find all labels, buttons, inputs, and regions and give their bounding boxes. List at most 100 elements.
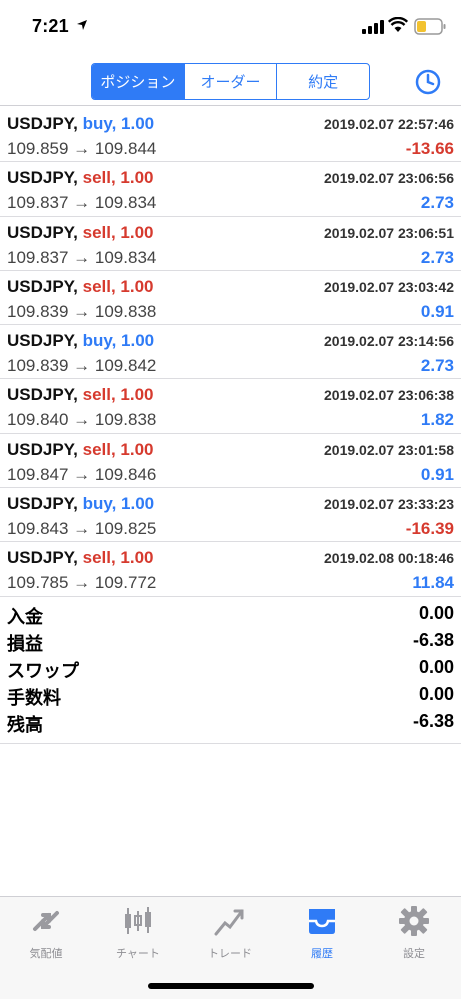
trade-symbol: USDJPY, buy, 1.00 [7, 331, 154, 351]
trade-profit: 1.82 [420, 410, 454, 430]
trade-symbol: USDJPY, sell, 1.00 [7, 385, 154, 405]
tab-deals[interactable]: 約定 [277, 64, 369, 99]
summary-value: -6.38 [412, 630, 454, 650]
summary-label: 手数料 [7, 688, 61, 708]
summary-swap: スワップ 0.00 [0, 654, 461, 681]
summary-value: -6.38 [412, 711, 454, 731]
trade-row[interactable]: USDJPY, sell, 1.00 2019.02.07 23:06:51 1… [0, 217, 461, 271]
home-indicator [148, 983, 314, 989]
clock-icon[interactable] [415, 69, 441, 95]
tab-label: チャート [116, 948, 160, 960]
symbol-pair: USDJPY, [7, 439, 78, 459]
tab-positions[interactable]: ポジション [92, 64, 185, 99]
trade-row[interactable]: USDJPY, buy, 1.00 2019.02.07 23:14:56 10… [0, 325, 461, 380]
trade-prices: 109.840 → 109.838 [7, 410, 157, 430]
summary-commission: 手数料 0.00 [0, 681, 461, 708]
summary-value: 0.00 [418, 603, 454, 623]
summary-label: スワップ [7, 661, 79, 681]
trade-prices: 109.839 → 109.842 [7, 356, 157, 376]
trade-side-lot: sell, 1.00 [82, 168, 154, 188]
symbol-pair: USDJPY, [7, 276, 78, 296]
summary-label: 入金 [7, 607, 43, 627]
tab-settings[interactable]: 設定 [368, 905, 460, 965]
trade-time: 2019.02.07 23:14:56 [324, 333, 454, 350]
trade-profit: 11.84 [412, 573, 454, 593]
symbol-pair: USDJPY, [7, 331, 78, 351]
trade-symbol: USDJPY, buy, 1.00 [7, 114, 154, 134]
trade-prices: 109.837 → 109.834 [7, 193, 157, 213]
trade-symbol: USDJPY, sell, 1.00 [7, 277, 154, 297]
tab-label: 履歴 [311, 948, 333, 960]
summary-deposit: 入金 0.00 [0, 600, 461, 627]
symbol-pair: USDJPY, [7, 168, 78, 188]
trade-prices: 109.837 → 109.834 [7, 247, 157, 267]
trade-prices: 109.785 → 109.772 [7, 573, 157, 593]
trade-profit: 2.73 [420, 247, 454, 267]
symbol-pair: USDJPY, [7, 385, 78, 405]
trade-row[interactable]: USDJPY, buy, 1.00 2019.02.07 23:33:23 10… [0, 488, 461, 543]
trade-side-lot: sell, 1.00 [82, 222, 154, 242]
trade-time: 2019.02.07 23:01:58 [324, 441, 454, 458]
trade-profit: 2.73 [420, 356, 454, 376]
trade-profit: -13.66 [405, 139, 454, 158]
summary-value: 0.00 [418, 657, 454, 677]
trade-profit: -16.39 [405, 519, 454, 539]
trade-profit: 2.73 [420, 193, 454, 213]
header: ポジション オーダー 約定 [0, 56, 461, 106]
tab-chart[interactable]: チャート [92, 905, 184, 965]
summary-profit: 損益 -6.38 [0, 627, 461, 654]
trade-symbol: USDJPY, sell, 1.00 [7, 168, 154, 188]
trade-side-lot: sell, 1.00 [82, 548, 154, 568]
trade-time: 2019.02.07 23:06:56 [324, 170, 454, 187]
trade-prices: 109.843 → 109.825 [7, 519, 157, 539]
summary-value: 0.00 [418, 684, 454, 704]
segmented-control: ポジション オーダー 約定 [91, 63, 370, 100]
symbol-pair: USDJPY, [7, 494, 78, 514]
trade-side-lot: sell, 1.00 [82, 385, 154, 405]
status-bar: 7:21 [0, 0, 461, 56]
summary-label: 損益 [7, 634, 43, 654]
tab-label: 気配値 [29, 948, 63, 960]
trade-time: 2019.02.07 23:06:51 [324, 224, 454, 241]
wifi-icon [388, 17, 408, 32]
trade-side-lot: buy, 1.00 [82, 114, 155, 133]
summary-label: 残高 [7, 715, 43, 735]
trade-side-lot: buy, 1.00 [82, 494, 155, 514]
tab-quotes[interactable]: 気配値 [0, 905, 92, 965]
summary-section: 入金 0.00 損益 -6.38 スワップ 0.00 手数料 0.00 残高 -… [0, 600, 461, 744]
tab-trade[interactable]: トレード [184, 905, 276, 965]
trade-side-lot: sell, 1.00 [82, 276, 154, 296]
symbol-pair: USDJPY, [7, 222, 78, 242]
trade-profit: 0.91 [420, 464, 454, 484]
arrows-icon [33, 911, 59, 931]
trade-time: 2019.02.07 23:33:23 [324, 496, 454, 513]
inbox-icon [309, 909, 335, 934]
cellular-signal-icon [362, 20, 384, 34]
candlestick-icon [125, 907, 151, 934]
trade-prices: 109.859 → 109.844 [7, 139, 157, 158]
trade-side-lot: sell, 1.00 [82, 439, 154, 459]
gear-icon [399, 906, 429, 936]
symbol-pair: USDJPY, [7, 548, 78, 568]
trade-symbol: USDJPY, sell, 1.00 [7, 440, 154, 460]
trade-time: 2019.02.08 00:18:46 [324, 550, 454, 567]
battery-icon [414, 18, 446, 35]
trade-list: USDJPY, buy, 1.00 2019.02.07 22:57:46 10… [0, 108, 461, 597]
summary-balance: 残高 -6.38 [0, 708, 461, 735]
trend-icon [214, 909, 244, 936]
trade-row[interactable]: USDJPY, sell, 1.00 2019.02.07 23:01:58 1… [0, 434, 461, 489]
trade-prices: 109.847 → 109.846 [7, 464, 157, 484]
trade-row[interactable]: USDJPY, sell, 1.00 2019.02.08 00:18:46 1… [0, 542, 461, 597]
trade-time: 2019.02.07 22:57:46 [324, 116, 454, 132]
trade-row[interactable]: USDJPY, sell, 1.00 2019.02.07 23:06:56 1… [0, 162, 461, 217]
trade-row[interactable]: USDJPY, sell, 1.00 2019.02.07 23:06:38 1… [0, 379, 461, 434]
tab-history[interactable]: 履歴 [276, 905, 368, 965]
trade-symbol: USDJPY, buy, 1.00 [7, 494, 154, 514]
trade-symbol: USDJPY, sell, 1.00 [7, 548, 154, 568]
trade-row[interactable]: USDJPY, buy, 1.00 2019.02.07 22:57:46 10… [0, 108, 461, 163]
tab-orders[interactable]: オーダー [185, 64, 278, 99]
trade-row[interactable]: USDJPY, sell, 1.00 2019.02.07 23:03:42 1… [0, 271, 461, 326]
trade-profit: 0.91 [420, 301, 454, 321]
trade-prices: 109.839 → 109.838 [7, 301, 157, 321]
trade-symbol: USDJPY, sell, 1.00 [7, 223, 154, 243]
